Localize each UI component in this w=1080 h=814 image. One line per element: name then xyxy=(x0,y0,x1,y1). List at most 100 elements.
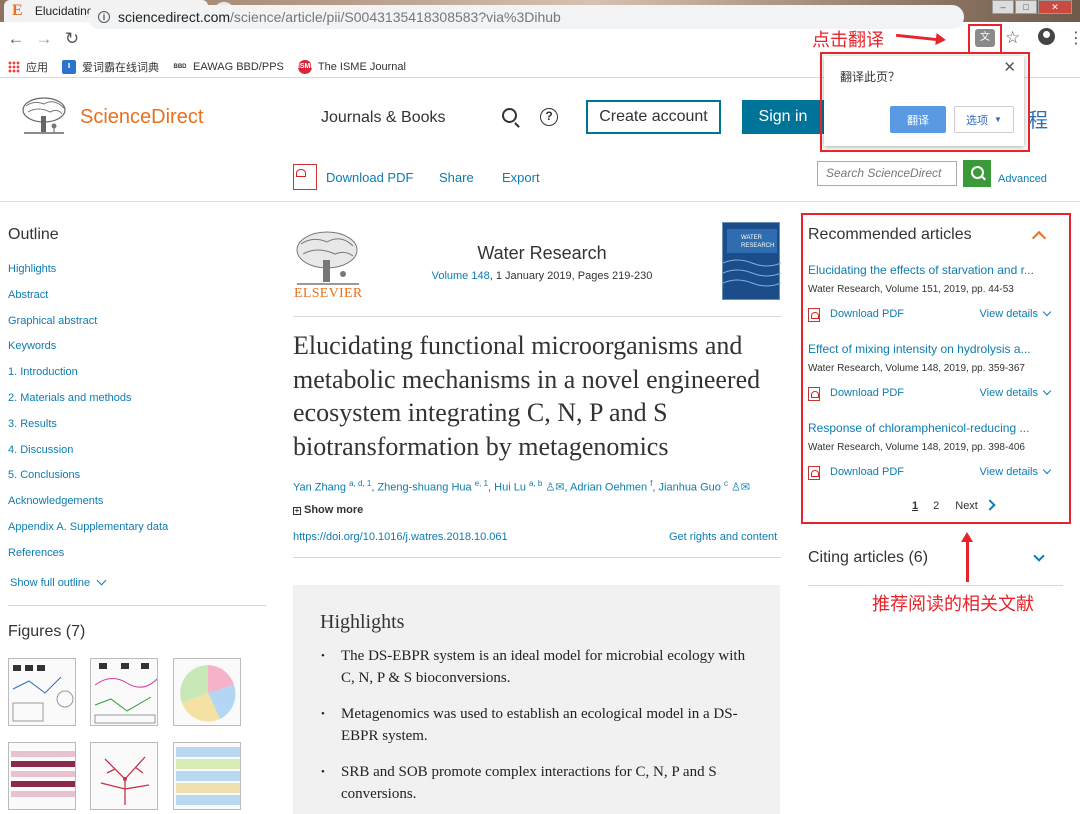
next-page-button[interactable]: Next xyxy=(955,499,996,512)
download-pdf-link[interactable]: Download PDF xyxy=(830,387,904,399)
pdf-icon[interactable] xyxy=(293,164,317,190)
advanced-search-link[interactable]: Advanced xyxy=(998,173,1047,185)
mail-icon[interactable]: ✉ xyxy=(741,482,750,494)
search-submit-button[interactable] xyxy=(963,160,991,187)
star-icon[interactable]: ☆ xyxy=(1005,28,1020,48)
page-1-button[interactable]: 1 xyxy=(912,500,918,512)
outline-item[interactable]: 2. Materials and methods xyxy=(8,392,168,418)
recommended-article-title[interactable]: Effect of mixing intensity on hydrolysis… xyxy=(808,342,1058,356)
outline-item[interactable]: 1. Introduction xyxy=(8,366,168,392)
view-details-link[interactable]: View details xyxy=(980,386,1052,399)
pdf-icon xyxy=(808,466,820,480)
author-list: Yan Zhang a, d, 1, Zheng-shuang Hua e, 1… xyxy=(293,479,751,494)
bookmark-eawag[interactable]: BBD EAWAG BBD/PPS xyxy=(173,59,284,74)
minimize-icon[interactable]: – xyxy=(992,0,1014,14)
download-pdf-link[interactable]: Download PDF xyxy=(326,170,413,185)
popup-highlight-box xyxy=(820,52,1030,152)
translate-icon[interactable]: 文 xyxy=(975,29,995,47)
mail-icon[interactable]: ✉ xyxy=(555,482,564,494)
view-details-link[interactable]: View details xyxy=(980,307,1052,320)
recommended-article-actions: Download PDF View details xyxy=(808,465,1058,482)
outline-item[interactable]: 5. Conclusions xyxy=(8,469,168,495)
elsevier-tree-logo-icon[interactable] xyxy=(20,96,68,138)
sciencedirect-brand[interactable]: ScienceDirect xyxy=(80,106,203,129)
volume-link[interactable]: Volume 148 xyxy=(432,270,490,282)
export-link[interactable]: Export xyxy=(502,170,540,185)
recommended-article-title[interactable]: Response of chloramphenicol-reducing ... xyxy=(808,421,1058,435)
reload-icon[interactable]: ↻ xyxy=(60,29,84,49)
author-name[interactable]: Adrian Oehmen xyxy=(570,482,647,494)
outline-item[interactable]: References xyxy=(8,547,168,573)
create-account-button[interactable]: Create account xyxy=(586,100,721,134)
outline-item[interactable]: Keywords xyxy=(8,340,168,366)
search-sciencedirect-input[interactable]: Search ScienceDirect xyxy=(817,161,957,186)
journal-volume: Volume 148, 1 January 2019, Pages 219-23… xyxy=(400,270,684,282)
author-affiliation[interactable]: a, b xyxy=(529,479,542,488)
recommended-article: Elucidating the effects of starvation an… xyxy=(808,263,1058,324)
outline-item[interactable]: Appendix A. Supplementary data xyxy=(8,521,168,547)
journals-books-link[interactable]: Journals & Books xyxy=(321,109,446,127)
recommended-article-title[interactable]: Elucidating the effects of starvation an… xyxy=(808,263,1058,277)
figure-thumbnail[interactable] xyxy=(90,742,158,810)
journal-title-link[interactable]: Water Research xyxy=(442,243,642,264)
help-icon[interactable]: ? xyxy=(540,108,558,126)
author-affiliation[interactable]: f xyxy=(650,479,652,488)
author-name[interactable]: Hui Lu xyxy=(494,482,526,494)
author-name[interactable]: Yan Zhang xyxy=(293,482,346,494)
person-icon: ♙ xyxy=(731,481,741,494)
menu-kebab-icon[interactable]: ⋮ xyxy=(1068,28,1080,48)
maximize-icon[interactable]: □ xyxy=(1015,0,1037,14)
outline-item[interactable]: Acknowledgements xyxy=(8,495,168,521)
bookmark-apps[interactable]: 应用 xyxy=(8,59,48,75)
author-name[interactable]: Zheng-shuang Hua xyxy=(377,482,471,494)
show-more-button[interactable]: + Show more xyxy=(293,504,363,516)
page-2-button[interactable]: 2 xyxy=(933,500,939,512)
figure-graphic-icon xyxy=(180,665,236,722)
svg-text:WATER: WATER xyxy=(741,235,763,241)
rights-link[interactable]: Get rights and content xyxy=(669,531,777,543)
share-link[interactable]: Share xyxy=(439,170,474,185)
outline-item[interactable]: 3. Results xyxy=(8,418,168,444)
download-pdf-link[interactable]: Download PDF xyxy=(830,308,904,320)
bookmark-isme[interactable]: ISME The ISME Journal xyxy=(297,59,406,74)
outline-item[interactable]: 4. Discussion xyxy=(8,444,168,470)
search-icon[interactable] xyxy=(502,108,517,123)
chevron-down-icon xyxy=(1042,307,1052,317)
outline-list: Highlights Abstract Graphical abstract K… xyxy=(8,263,168,573)
show-more-label: Show more xyxy=(304,504,364,516)
outline-item[interactable]: Abstract xyxy=(8,289,168,315)
author-name[interactable]: Jianhua Guo xyxy=(659,482,721,494)
bookmark-label: 应用 xyxy=(26,61,48,74)
view-details-link[interactable]: View details xyxy=(980,465,1052,478)
article-divider xyxy=(293,557,781,558)
highlights-section: Highlights The DS-EBPR system is an idea… xyxy=(293,585,780,814)
iciba-icon: Ⅰ xyxy=(62,59,76,74)
sign-in-button[interactable]: Sign in xyxy=(742,100,824,134)
bookmark-iciba[interactable]: Ⅰ 爱词霸在线词典 xyxy=(62,59,159,75)
pdf-icon xyxy=(808,308,820,322)
profile-icon[interactable] xyxy=(1038,28,1055,45)
outline-item[interactable]: Highlights xyxy=(8,263,168,289)
author-affiliation[interactable]: e, 1 xyxy=(475,479,488,488)
outline-item[interactable]: Graphical abstract xyxy=(8,315,168,341)
journal-cover-image[interactable]: WATER RESEARCH xyxy=(722,222,782,300)
chevron-down-icon[interactable] xyxy=(1033,550,1045,562)
header-divider xyxy=(0,201,1080,202)
figure-thumbnail[interactable] xyxy=(8,658,76,726)
article-divider xyxy=(293,316,781,317)
download-pdf-link[interactable]: Download PDF xyxy=(830,466,904,478)
doi-link[interactable]: https://doi.org/10.1016/j.watres.2018.10… xyxy=(293,531,508,543)
show-full-outline-link[interactable]: Show full outline xyxy=(10,575,107,589)
info-icon[interactable]: i xyxy=(98,11,110,23)
author-affiliation[interactable]: a, d, 1 xyxy=(349,479,371,488)
author-affiliation[interactable]: c xyxy=(724,479,728,488)
figure-thumbnail[interactable] xyxy=(173,658,241,726)
forward-arrow-icon[interactable]: → xyxy=(32,29,56,49)
figure-thumbnail[interactable] xyxy=(8,742,76,810)
close-window-icon[interactable]: ✕ xyxy=(1038,0,1072,14)
figure-thumbnail[interactable] xyxy=(90,658,158,726)
figure-thumbnail[interactable] xyxy=(173,742,241,810)
back-arrow-icon[interactable]: ← xyxy=(4,29,28,49)
citing-articles-title[interactable]: Citing articles (6) xyxy=(808,549,928,567)
institution-logo[interactable]: 程 xyxy=(1028,104,1048,133)
